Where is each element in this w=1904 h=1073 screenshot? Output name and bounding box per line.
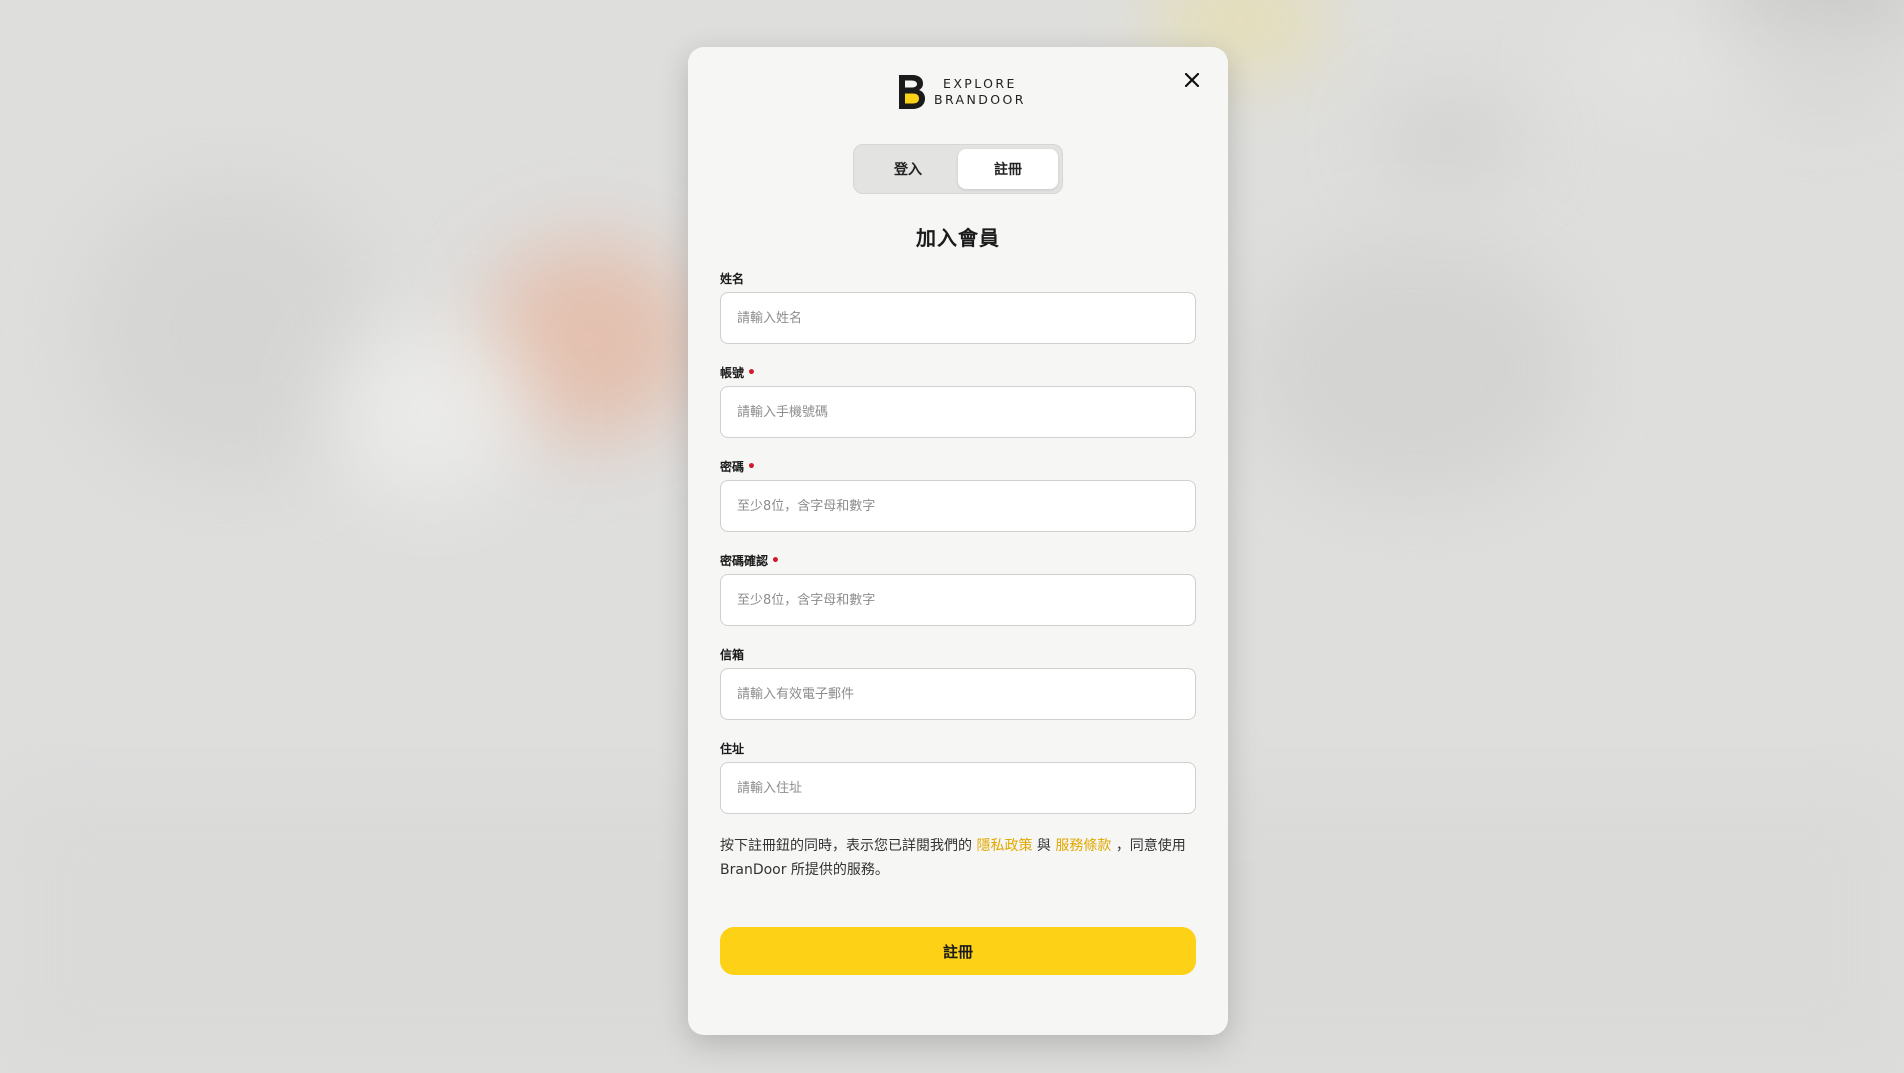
password-label: 密碼 • [720, 458, 756, 475]
privacy-policy-link[interactable]: 隱私政策 [976, 838, 1032, 854]
name-label-text: 姓名 [720, 272, 745, 286]
close-icon [1185, 73, 1199, 87]
account-label: 帳號 • [720, 364, 756, 381]
required-mark: • [771, 553, 780, 569]
email-field[interactable] [720, 668, 1196, 720]
password-field[interactable] [720, 480, 1196, 532]
brandoor-logo-icon [899, 75, 925, 109]
account-field[interactable] [720, 386, 1196, 438]
page-title: 加入會員 [916, 226, 1000, 250]
address-field[interactable] [720, 762, 1196, 814]
terms-prefix: 按下註冊鈕的同時，表示您已詳閱我們的 [720, 838, 972, 854]
password-confirm-label: 密碼確認 • [720, 552, 780, 569]
account-label-text: 帳號 [720, 366, 745, 380]
close-button[interactable] [1180, 68, 1204, 92]
address-label-text: 住址 [720, 742, 745, 756]
brand-logo: EXPLORE BRANDOOR [896, 72, 1026, 112]
terms-conjunction: 與 [1036, 838, 1051, 854]
brand-line-1: EXPLORE [943, 76, 1017, 91]
terms-notice: 按下註冊鈕的同時，表示您已詳閱我們的 隱私政策 與 服務條款 ，同意使用 Bra… [720, 834, 1196, 882]
required-mark: • [747, 365, 756, 381]
tab-login[interactable]: 登入 [858, 149, 958, 189]
address-label: 住址 [720, 740, 744, 757]
auth-tabs: 登入 註冊 [853, 144, 1063, 194]
required-mark: • [747, 459, 756, 475]
terms-of-service-link[interactable]: 服務條款 [1055, 838, 1111, 854]
brand-wordmark: EXPLORE BRANDOOR [934, 76, 1026, 108]
brand-line-2: BRANDOOR [934, 92, 1026, 107]
email-label-text: 信箱 [720, 648, 745, 662]
name-field[interactable] [720, 292, 1196, 344]
register-modal [688, 47, 1228, 1035]
password-label-text: 密碼 [720, 460, 745, 474]
password-confirm-field[interactable] [720, 574, 1196, 626]
email-label: 信箱 [720, 646, 744, 663]
tab-register[interactable]: 註冊 [958, 149, 1058, 189]
name-label: 姓名 [720, 270, 744, 287]
password-confirm-label-text: 密碼確認 [720, 554, 769, 568]
register-button[interactable]: 註冊 [720, 927, 1196, 975]
